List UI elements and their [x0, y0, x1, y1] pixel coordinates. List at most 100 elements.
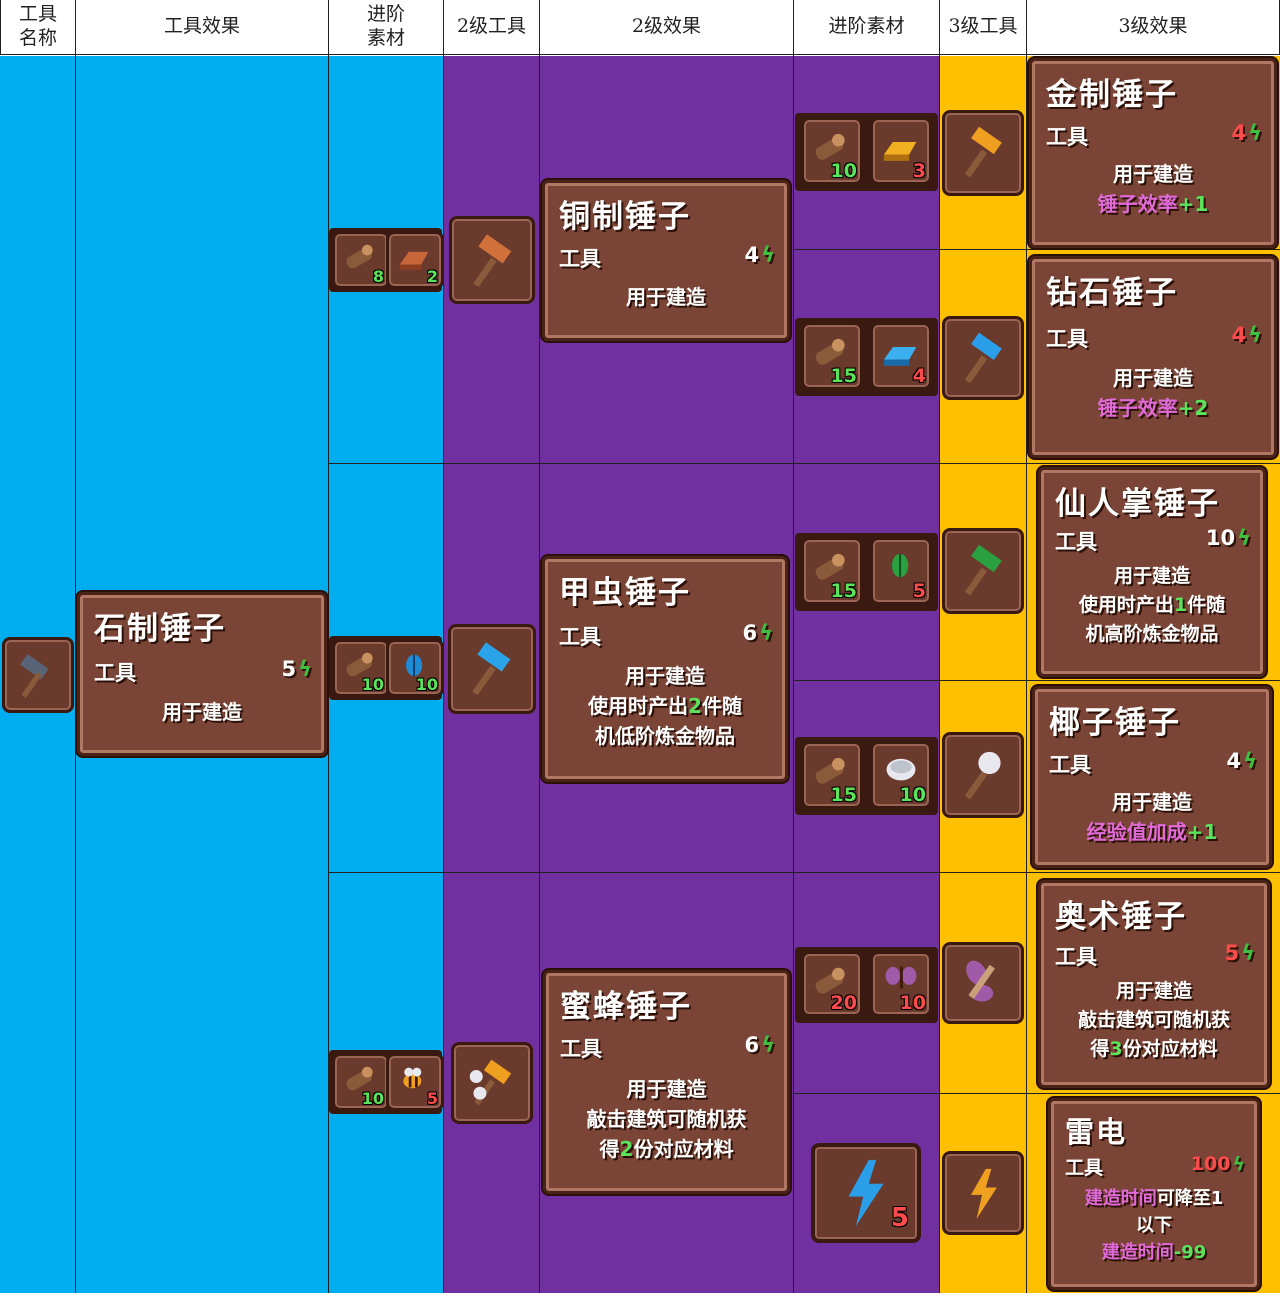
material-slot[interactable]: 20	[801, 951, 863, 1017]
bee-hammer-slot[interactable]	[451, 1042, 533, 1124]
gold-hammer-icon	[964, 126, 1002, 178]
card-cost: 6ϟ	[742, 621, 773, 645]
material-slot[interactable]: 2	[386, 231, 444, 289]
header-advance-mat-1: 进阶 素材	[329, 0, 444, 55]
header-tier2-effect: 2级效果	[540, 0, 794, 55]
lightning-slot[interactable]	[942, 1151, 1024, 1235]
material-count: 5	[890, 1203, 909, 1233]
grid-line	[939, 0, 940, 1293]
desc-line: 用于建造	[1113, 162, 1193, 186]
material-slot[interactable]: 10	[386, 639, 444, 697]
desc-line: 敲击建筑可随机获	[1077, 1009, 1230, 1031]
material-slot[interactable]: 15	[801, 741, 863, 809]
card-type: 工具	[559, 625, 601, 649]
material-slot[interactable]: 10	[332, 639, 390, 697]
card-title: 铜制锤子	[559, 199, 691, 235]
energy-icon: ϟ	[1241, 941, 1255, 965]
material-slot[interactable]: 15	[801, 322, 863, 390]
coconut-hammer-icon	[964, 751, 1001, 800]
card-cost: 4ϟ	[1231, 323, 1262, 347]
desc-line: 锤子效率+2	[1097, 396, 1209, 420]
desc-line: 锤子效率+1	[1097, 192, 1209, 216]
energy-icon: ϟ	[1237, 526, 1251, 550]
material-slot[interactable]: 5	[870, 537, 932, 605]
material-slot[interactable]: 10	[870, 741, 932, 809]
stone-hammer-card: 石制锤子 工具 5ϟ 用于建造	[77, 592, 327, 756]
diamond-hammer-slot[interactable]	[942, 316, 1024, 400]
cactus-hammer-icon	[964, 544, 1002, 596]
energy-icon: ϟ	[761, 243, 775, 267]
energy-icon: ϟ	[1232, 1153, 1245, 1175]
header-tier3-effect: 3级效果	[1027, 0, 1280, 55]
energy-icon: ϟ	[759, 621, 773, 645]
card-title: 蜜蜂锤子	[560, 989, 692, 1025]
material-slot[interactable]: 8	[332, 231, 390, 289]
material-slot[interactable]: 15	[801, 537, 863, 605]
card-type: 工具	[1055, 945, 1097, 969]
desc-line: 使用时产出1件随	[1078, 594, 1226, 616]
material-count: 20	[830, 992, 857, 1014]
card-cost: 4ϟ	[744, 243, 775, 267]
card-title: 椰子锤子	[1049, 705, 1181, 741]
card-type: 工具	[1065, 1157, 1104, 1179]
material-slot[interactable]: 3	[870, 117, 932, 185]
beetle-hammer-slot[interactable]	[448, 624, 536, 714]
material-slot[interactable]: 10	[870, 951, 932, 1017]
energy-icon: ϟ	[1248, 323, 1262, 347]
material-slot[interactable]: 10	[801, 117, 863, 185]
card-desc: 用于建造 经验值加成+1	[1035, 787, 1269, 847]
material-count: 10	[361, 1089, 384, 1108]
material-count: 10	[415, 675, 438, 694]
material-count: 5	[912, 580, 926, 602]
header-advance-mat-2: 进阶素材	[794, 0, 940, 55]
cactus-hammer-slot[interactable]	[942, 528, 1024, 614]
card-title: 奥术锤子	[1055, 899, 1187, 935]
card-desc: 用于建造 使用时产出2件随 机低阶炼金物品	[545, 661, 785, 751]
desc-line: 用于建造	[626, 1077, 707, 1101]
card-cost: 5ϟ	[281, 657, 312, 681]
card-type: 工具	[94, 661, 136, 685]
beetle-hammer-card: 甲虫锤子 工具 6ϟ 用于建造 使用时产出2件随 机低阶炼金物品	[542, 556, 788, 782]
arcane-hammer-slot[interactable]	[942, 942, 1024, 1024]
desc-line: 建造时间-99	[1101, 1242, 1207, 1263]
material-slot[interactable]: 4	[870, 322, 932, 390]
arcane-hammer-card: 奥术锤子 工具 5ϟ 用于建造 敲击建筑可随机获 得3份对应材料	[1038, 880, 1270, 1088]
material-slot[interactable]: 5	[811, 1143, 921, 1243]
card-title: 仙人掌锤子	[1055, 486, 1220, 522]
lightning-card: 雷电 工具 100 ϟ 建造时间可降至1 以下 建造时间-99	[1048, 1098, 1260, 1290]
card-desc: 用于建造	[626, 285, 706, 309]
copper-hammer-icon	[473, 234, 512, 288]
desc-line: 用于建造	[625, 664, 705, 688]
desc-line: 得2份对应材料	[599, 1137, 734, 1161]
grid-line	[328, 872, 1280, 873]
gold-hammer-slot[interactable]	[942, 110, 1024, 196]
card-desc: 用于建造	[162, 700, 242, 724]
grid-line	[793, 0, 794, 1293]
stone-hammer-icon	[20, 654, 49, 698]
card-cost: 100 ϟ	[1190, 1153, 1245, 1175]
grid-line	[793, 249, 1280, 250]
diamond-hammer-card: 钻石锤子 工具 4ϟ 用于建造 锤子效率+2	[1029, 256, 1277, 458]
diamond-hammer-icon	[964, 332, 1002, 384]
desc-line: 经验值加成+1	[1086, 820, 1218, 844]
desc-line: 敲击建筑可随机获	[586, 1107, 747, 1131]
material-count: 10	[899, 992, 926, 1014]
material-slot[interactable]: 5	[386, 1053, 444, 1111]
arcane-hammer-icon	[966, 960, 995, 1002]
material-count: 10	[830, 160, 857, 182]
energy-icon: ϟ	[298, 657, 312, 681]
column-tier3-tool	[939, 56, 1026, 1293]
desc-line: 用于建造	[1115, 980, 1192, 1002]
grid-line	[75, 0, 76, 1293]
coconut-hammer-slot[interactable]	[942, 732, 1024, 818]
material-count: 15	[830, 784, 857, 806]
gold-hammer-card: 金制锤子 工具 4ϟ 用于建造 锤子效率+1	[1029, 58, 1277, 248]
copper-hammer-slot[interactable]	[449, 216, 535, 304]
card-desc: 用于建造 锤子效率+1	[1032, 159, 1274, 219]
desc-line: 用于建造	[1113, 366, 1193, 390]
material-slot[interactable]: 10	[332, 1053, 390, 1111]
material-count: 3	[912, 160, 926, 182]
card-desc: 用于建造 使用时产出1件随 机高阶炼金物品	[1041, 562, 1263, 649]
stone-hammer-slot[interactable]	[2, 637, 74, 713]
card-type: 工具	[1046, 125, 1088, 149]
